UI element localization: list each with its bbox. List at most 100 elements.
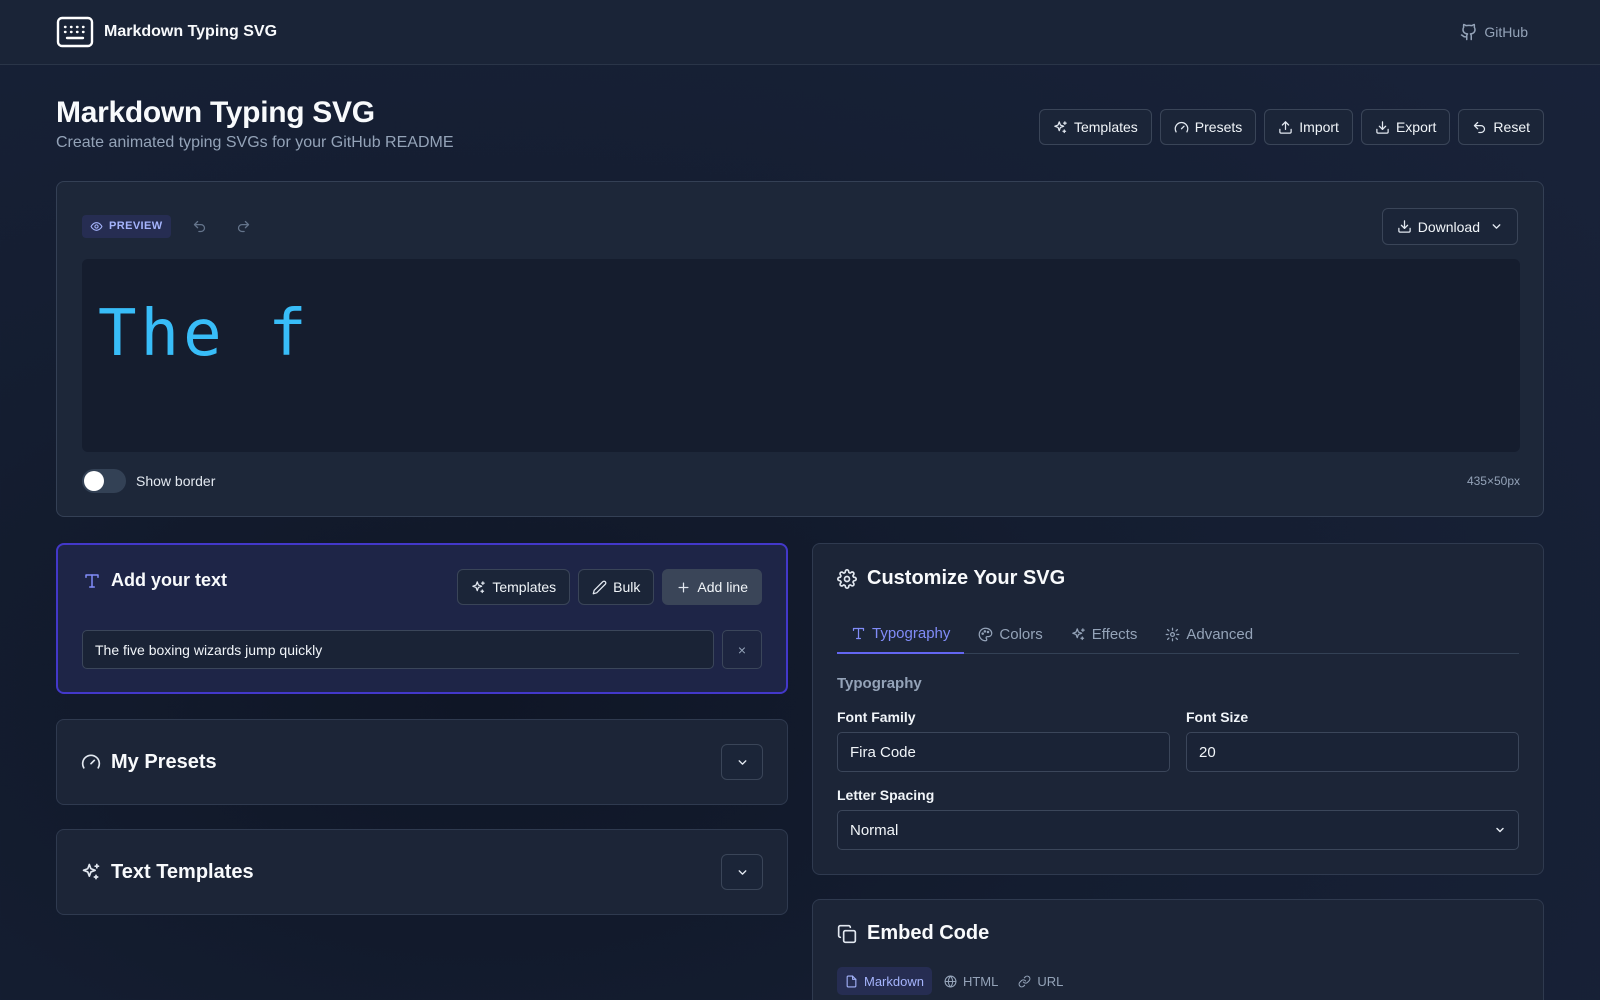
remove-line-button[interactable]: × [722, 630, 762, 669]
preview-badge-label: PREVIEW [109, 220, 163, 232]
tab-typography[interactable]: Typography [837, 614, 965, 654]
svg-dimensions: 435×50px [1466, 474, 1520, 488]
chevron-down-icon [1494, 824, 1506, 836]
pencil-icon [592, 580, 607, 595]
add-line-label: Add line [697, 579, 748, 595]
text-templates-label: Templates [492, 579, 557, 595]
font-size-input[interactable]: 20 [1186, 732, 1519, 772]
eye-icon [90, 220, 103, 233]
presets-button[interactable]: Presets [1159, 109, 1257, 145]
upload-icon [1278, 120, 1293, 135]
my-presets-expand-button[interactable] [721, 744, 763, 780]
add-text-header: Add your text [83, 570, 227, 591]
add-text-card: Add your text Templates Bulk Add line Th… [56, 543, 788, 694]
font-family-label: Font Family [837, 709, 916, 725]
keyboard-icon [56, 16, 94, 48]
preview-badge: PREVIEW [82, 214, 171, 238]
font-family-input[interactable]: Fira Code [837, 732, 1170, 772]
github-icon [1460, 23, 1478, 41]
page-header: Markdown Typing SVG Create animated typi… [56, 96, 454, 152]
font-size-field: Font Size 20 [1186, 709, 1519, 772]
globe-icon [944, 975, 957, 988]
tab-markdown[interactable]: Markdown [837, 967, 932, 995]
customize-card: Customize Your SVG Typography Colors Eff… [812, 543, 1544, 875]
tab-html[interactable]: HTML [936, 967, 1006, 995]
type-icon [83, 572, 101, 590]
gauge-icon [81, 752, 101, 772]
templates-button-label: Templates [1073, 119, 1138, 135]
tab-advanced[interactable]: Advanced [1151, 614, 1267, 654]
tab-effects-label: Effects [1091, 625, 1138, 643]
github-link[interactable]: GitHub [1460, 23, 1528, 41]
tab-advanced-label: Advanced [1186, 625, 1254, 643]
header-actions: Templates Presets Import Export Reset [1038, 109, 1544, 145]
tab-url[interactable]: URL [1010, 967, 1071, 995]
undo-button[interactable] [185, 212, 215, 240]
undo-icon [192, 219, 207, 234]
tab-html-label: HTML [962, 973, 999, 989]
letter-spacing-label: Letter Spacing [837, 787, 935, 803]
tab-effects[interactable]: Effects [1057, 614, 1152, 654]
type-icon [851, 626, 866, 641]
preview-toolbar: PREVIEW [82, 212, 259, 240]
svg-preview-area: The f [82, 259, 1520, 452]
chevron-down-icon [1490, 220, 1503, 233]
page-title: Markdown Typing SVG [56, 96, 375, 129]
preview-card: PREVIEW Download The f Show border 435×5… [56, 181, 1544, 517]
palette-icon [978, 627, 993, 642]
export-button[interactable]: Export [1360, 109, 1451, 145]
embed-title: Embed Code [867, 922, 990, 944]
embed-header: Embed Code [837, 922, 989, 945]
show-border-toggle[interactable]: Show border [82, 469, 215, 493]
bulk-button[interactable]: Bulk [578, 569, 655, 605]
redo-icon [236, 219, 251, 234]
file-icon [845, 975, 858, 988]
gauge-icon [1174, 120, 1189, 135]
import-button[interactable]: Import [1264, 109, 1353, 145]
copy-icon [837, 924, 857, 944]
tab-url-label: URL [1037, 973, 1064, 989]
text-templates-card: Text Templates [56, 829, 788, 915]
github-label: GitHub [1484, 24, 1528, 40]
sparkles-icon [471, 580, 486, 595]
font-family-field: Font Family Fira Code [837, 709, 1170, 772]
download-button-label: Download [1417, 218, 1480, 235]
text-line-input[interactable]: The five boxing wizards jump quickly [82, 630, 714, 669]
page-subtitle: Create animated typing SVGs for your Git… [56, 134, 454, 151]
my-presets-header: My Presets [81, 720, 217, 804]
download-icon [1397, 219, 1412, 234]
chevron-down-icon [736, 756, 749, 769]
customize-title: Customize Your SVG [867, 567, 1066, 589]
preview-footer: Show border 435×50px [82, 469, 1520, 493]
gear-icon [837, 568, 857, 589]
show-border-label: Show border [136, 473, 216, 489]
customize-tabs: Typography Colors Effects Advanced [837, 614, 1519, 654]
embed-tabs: Markdown HTML URL [837, 967, 1071, 995]
typography-section-label: Typography [837, 675, 922, 692]
brand[interactable]: Markdown Typing SVG [56, 16, 277, 48]
templates-button[interactable]: Templates [1038, 109, 1152, 145]
add-line-button[interactable]: Add line [662, 569, 762, 605]
text-templates-button[interactable]: Templates [457, 569, 571, 605]
download-button[interactable]: Download [1381, 208, 1518, 245]
letter-spacing-select[interactable]: Normal [837, 810, 1519, 850]
add-text-title: Add your text [111, 570, 228, 590]
plus-icon [676, 580, 691, 595]
tab-markdown-label: Markdown [864, 973, 924, 989]
reset-button[interactable]: Reset [1458, 109, 1544, 145]
reset-button-label: Reset [1493, 119, 1530, 135]
add-text-actions: Templates Bulk Add line [457, 569, 762, 605]
bulk-label: Bulk [613, 579, 641, 595]
tab-colors[interactable]: Colors [964, 614, 1056, 654]
presets-button-label: Presets [1194, 119, 1243, 135]
font-size-label: Font Size [1186, 709, 1249, 725]
link-icon [1018, 975, 1031, 988]
letter-spacing-field: Letter Spacing Normal [837, 787, 1519, 850]
sparkles-icon [1071, 627, 1086, 642]
undo-icon [1472, 120, 1487, 135]
embed-code-card: Embed Code Markdown HTML URL [812, 899, 1544, 1000]
toggle-switch[interactable] [82, 469, 126, 493]
redo-button[interactable] [229, 212, 259, 240]
text-templates-header: Text Templates [81, 830, 254, 914]
text-templates-expand-button[interactable] [721, 854, 763, 890]
